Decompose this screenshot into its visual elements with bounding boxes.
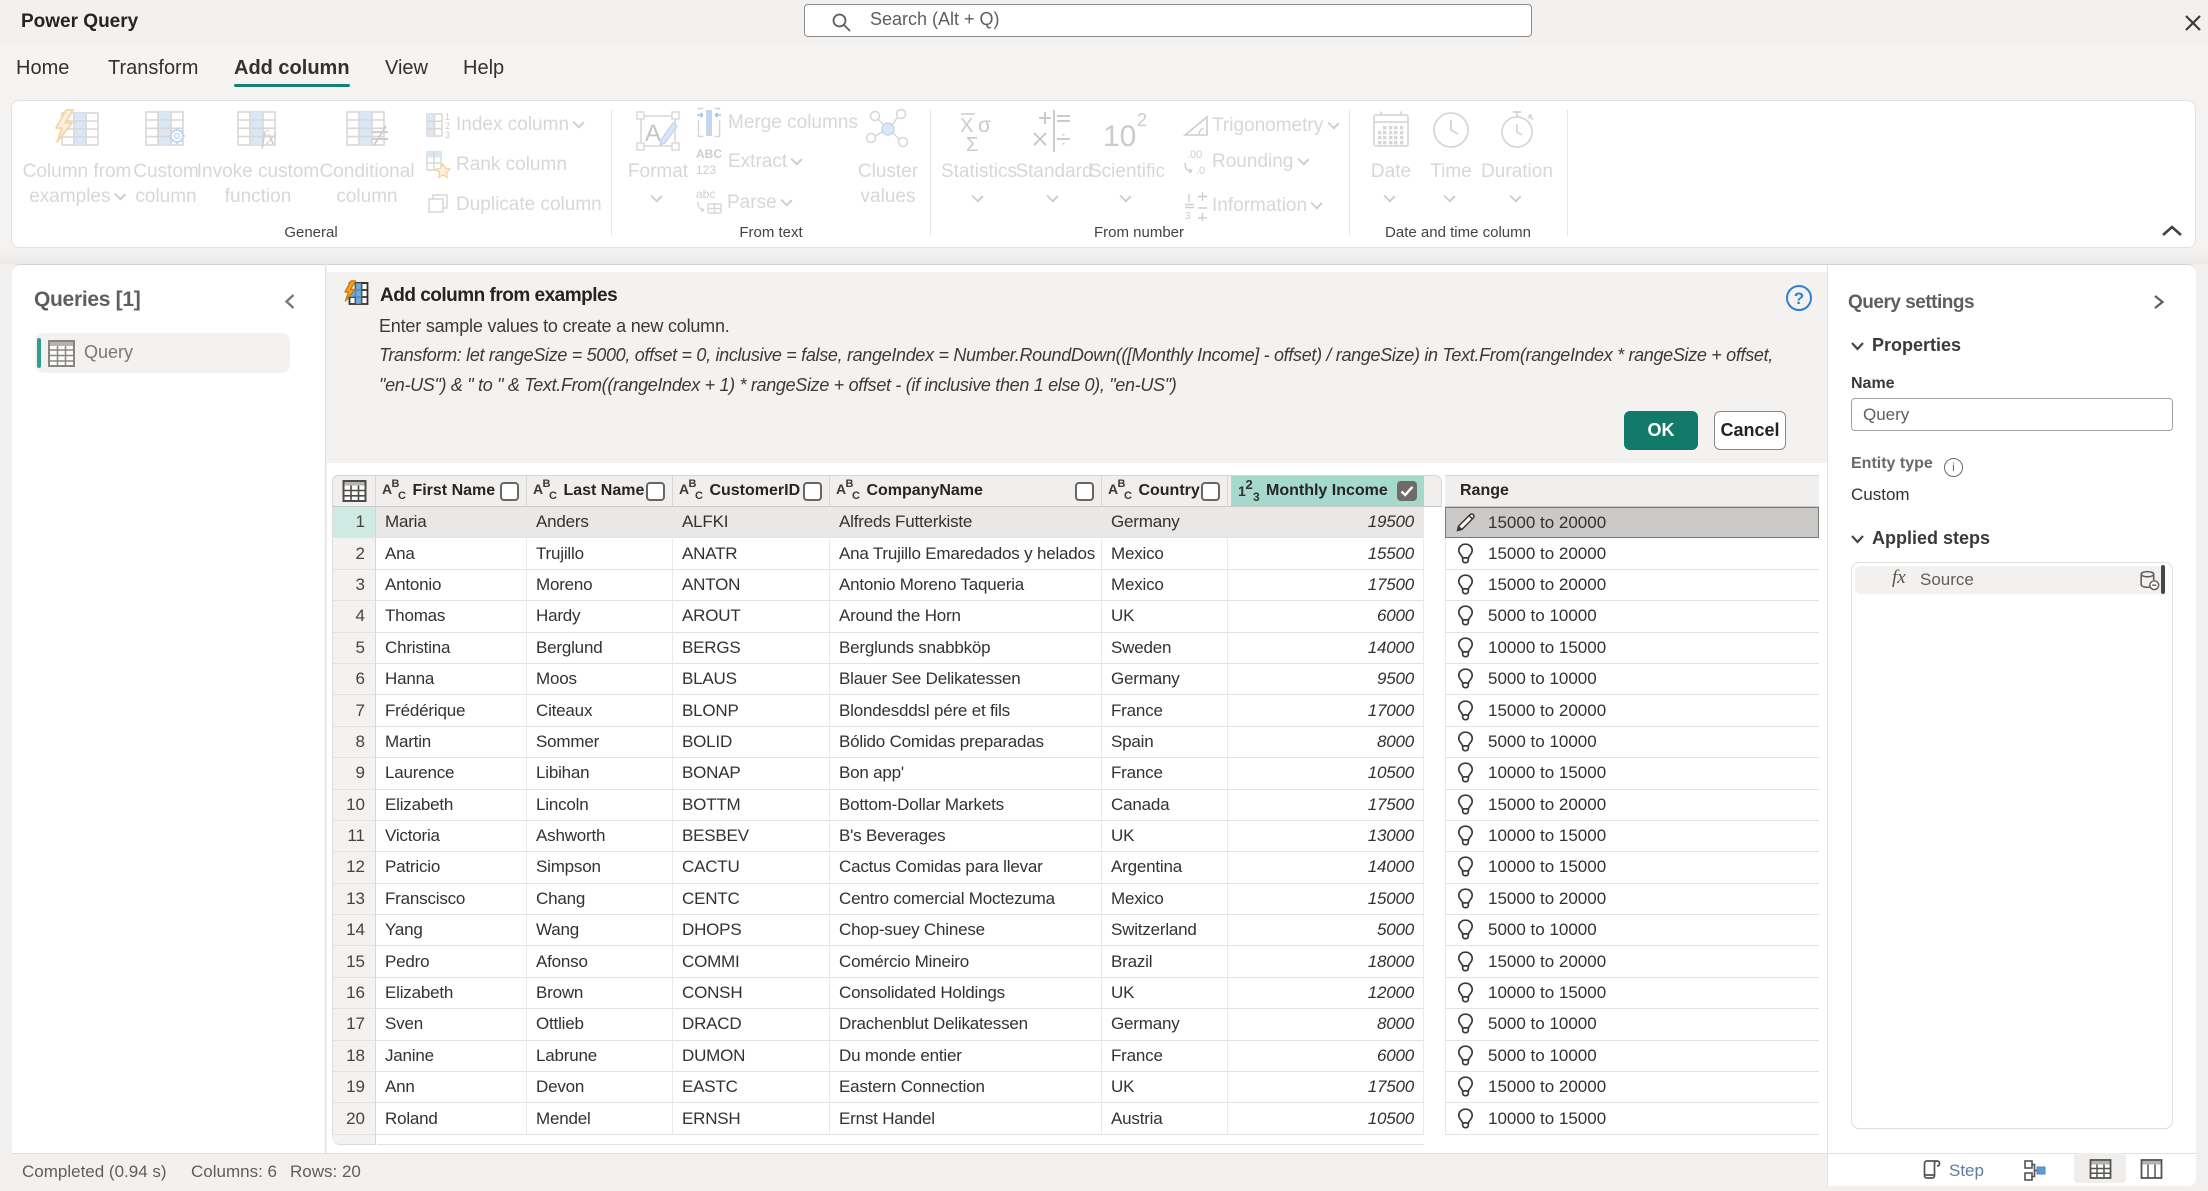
svg-text:B: B — [1118, 478, 1126, 490]
svg-text:C: C — [1124, 490, 1132, 501]
svg-text:C: C — [549, 490, 557, 501]
svg-text:.00: .00 — [1187, 149, 1202, 161]
svg-text:B: B — [689, 478, 697, 490]
svg-text:B: B — [846, 478, 854, 490]
svg-text:σ: σ — [978, 114, 991, 137]
svg-text:C: C — [852, 490, 860, 501]
svg-text:3: 3 — [1185, 211, 1191, 221]
svg-text:B: B — [543, 478, 551, 490]
svg-text:fx: fx — [261, 127, 276, 149]
svg-text:123: 123 — [696, 163, 716, 177]
svg-text:3: 3 — [445, 130, 450, 140]
svg-text:Σ: Σ — [966, 134, 978, 154]
svg-text:10: 10 — [1103, 120, 1136, 153]
svg-text:abc: abc — [696, 187, 715, 201]
svg-text:.0: .0 — [1196, 165, 1205, 177]
svg-text:3: 3 — [1253, 490, 1260, 503]
svg-text:C: C — [398, 490, 406, 501]
svg-text:A: A — [645, 120, 661, 147]
svg-text:2: 2 — [1137, 110, 1147, 130]
svg-text:ABC: ABC — [696, 147, 722, 161]
svg-text:C: C — [695, 490, 703, 501]
svg-text:B: B — [392, 478, 400, 490]
svg-text:2: 2 — [1246, 479, 1253, 492]
